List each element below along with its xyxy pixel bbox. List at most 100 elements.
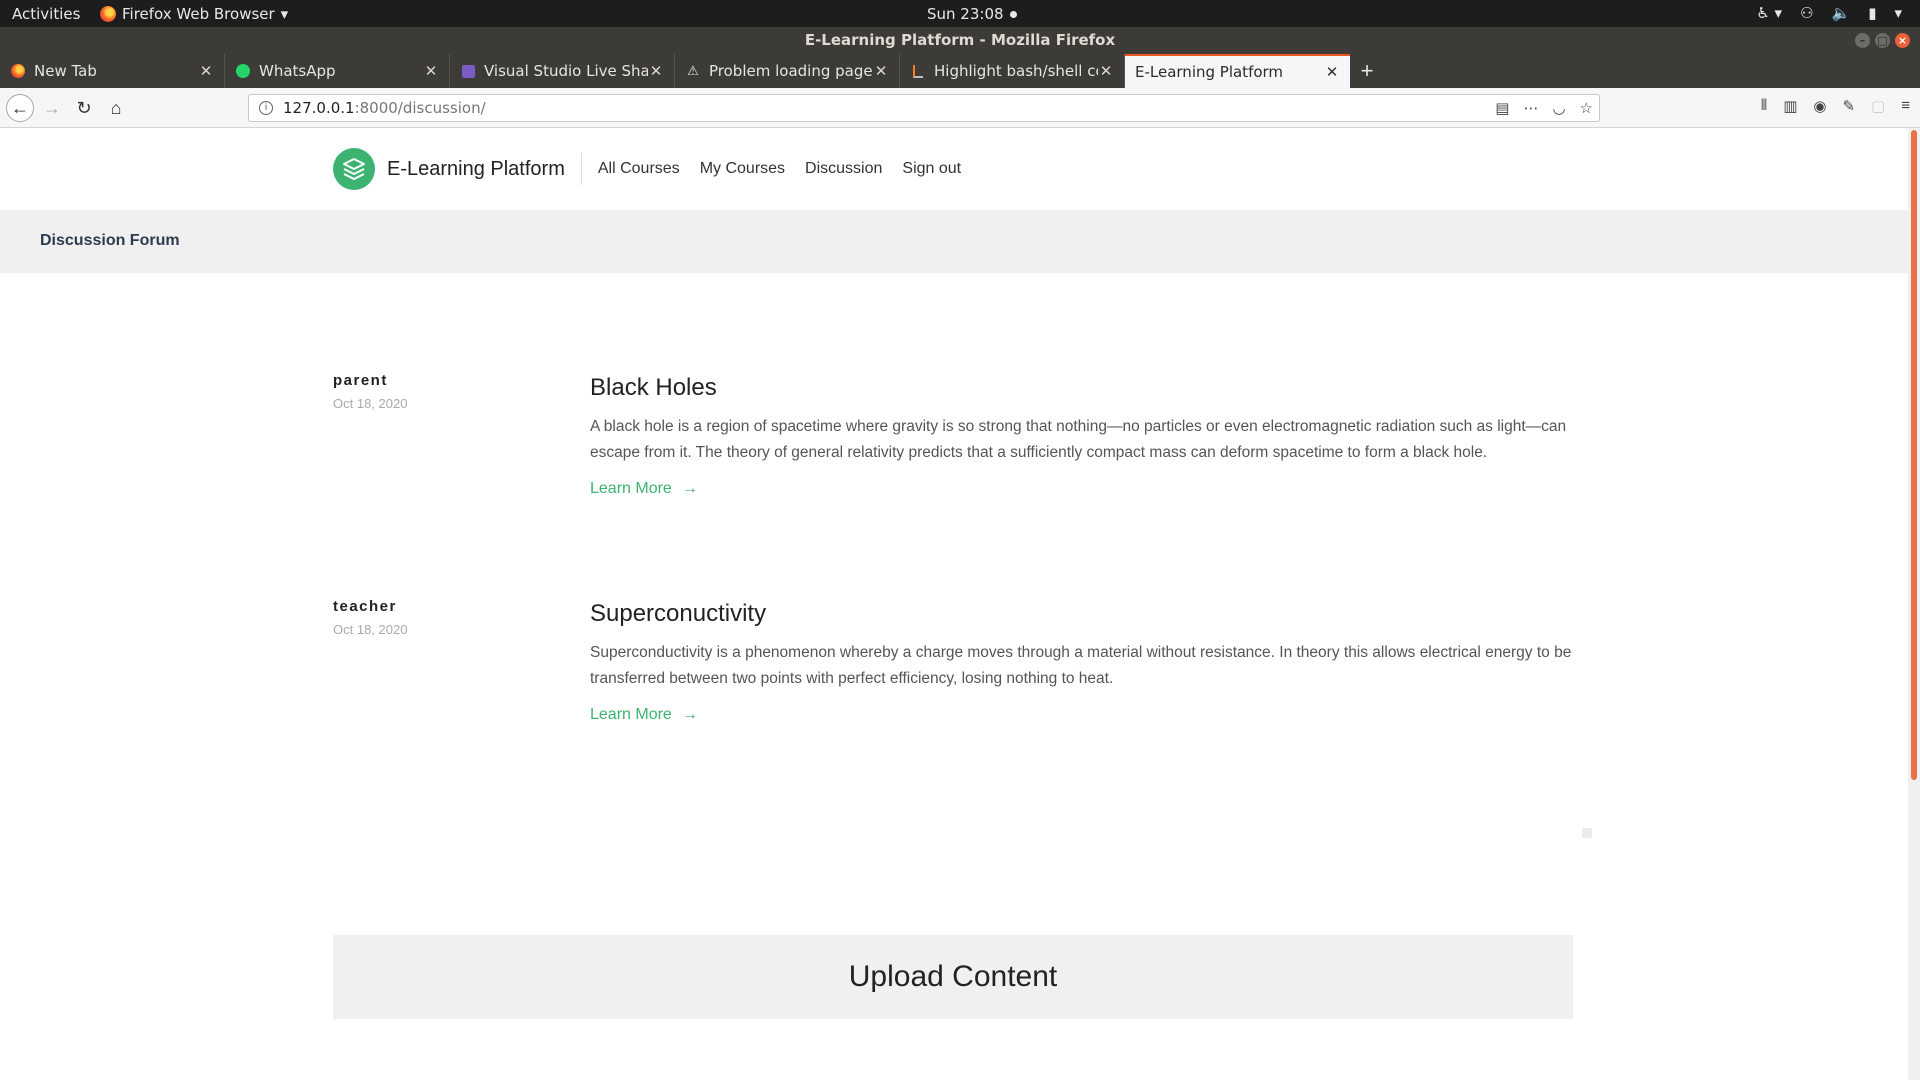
- learn-more-link[interactable]: Learn More →: [590, 480, 698, 498]
- main-nav: All Courses My Courses Discussion Sign o…: [598, 160, 961, 178]
- tab-whatsapp[interactable]: WhatsApp ✕: [225, 54, 450, 88]
- page-actions-icon[interactable]: ⋯: [1523, 95, 1538, 121]
- post-text: Superconductivity is a phenomenon whereb…: [590, 644, 1572, 687]
- tab-e-learning-platform[interactable]: E-Learning Platform ✕: [1125, 54, 1350, 88]
- firefox-icon: [10, 63, 26, 79]
- decorative-square: [1582, 828, 1592, 838]
- post-author: teacher: [333, 598, 397, 615]
- post-title: Superconuctivity: [590, 600, 767, 627]
- volume-icon[interactable]: 🔈: [1832, 4, 1851, 22]
- account-icon[interactable]: ◉: [1813, 97, 1826, 115]
- activities-button[interactable]: Activities: [12, 5, 80, 23]
- nav-sign-out[interactable]: Sign out: [902, 160, 961, 178]
- page-scrollbar[interactable]: [1908, 128, 1920, 1080]
- tab-label: Visual Studio Live Share: [484, 62, 648, 80]
- caret-down-icon: ▾: [280, 5, 289, 23]
- tab-label: WhatsApp: [259, 62, 336, 80]
- system-tray[interactable]: ♿ ▾ ⚇ 🔈 ▮ ▾: [1756, 4, 1902, 22]
- arrow-right-icon: →: [43, 98, 61, 118]
- url-actions: ▤ ⋯ ◡ ☆: [1495, 95, 1593, 121]
- close-tab-icon[interactable]: ✕: [423, 62, 439, 80]
- layers-logo-icon[interactable]: [333, 148, 375, 190]
- arrow-right-icon: →: [681, 706, 698, 723]
- nav-my-courses[interactable]: My Courses: [700, 160, 785, 178]
- extension-icon[interactable]: ✎: [1842, 97, 1855, 115]
- url-bar[interactable]: i 127.0.0.1:8000/discussion/ ▤ ⋯ ◡ ☆: [248, 94, 1600, 122]
- app-menu-label: Firefox Web Browser: [122, 5, 275, 23]
- reload-button[interactable]: ↻: [72, 96, 96, 120]
- network-icon[interactable]: ⚇: [1800, 4, 1813, 22]
- close-tab-icon[interactable]: ✕: [1098, 62, 1114, 80]
- hamburger-menu-icon[interactable]: ≡: [1901, 97, 1910, 115]
- post-date: Oct 18, 2020: [333, 622, 408, 637]
- whatsapp-icon: [235, 63, 251, 79]
- page-hero: Discussion Forum: [0, 210, 1908, 273]
- learn-more-label: Learn More: [590, 706, 672, 723]
- minimize-icon[interactable]: –: [1855, 33, 1870, 48]
- site-brand[interactable]: E-Learning Platform: [387, 153, 582, 185]
- site-header: E-Learning Platform All Courses My Cours…: [333, 148, 961, 190]
- info-icon[interactable]: i: [259, 101, 273, 115]
- system-top-bar: Activities Firefox Web Browser ▾ Sun 23:…: [0, 0, 1920, 27]
- toolbar-right: ⫴ ▥ ◉ ✎ ▢ ≡: [1761, 97, 1910, 115]
- extension-placeholder-icon[interactable]: ▢: [1871, 97, 1885, 115]
- accessibility-icon[interactable]: ♿ ▾: [1756, 4, 1782, 22]
- library-icon[interactable]: ⫴: [1761, 97, 1767, 115]
- sidebar-icon[interactable]: ▥: [1783, 97, 1797, 115]
- post-text: A black hole is a region of spacetime wh…: [590, 418, 1567, 461]
- back-button[interactable]: ←: [6, 94, 34, 122]
- upload-title: Upload Content: [848, 960, 1058, 993]
- post-title: Black Holes: [590, 374, 717, 401]
- navigation-toolbar: ← → ↻ ⌂ i 127.0.0.1:8000/discussion/ ▤ ⋯…: [0, 88, 1920, 128]
- tab-label: New Tab: [34, 62, 97, 80]
- url-host: 127.0.0.1: [283, 99, 355, 117]
- tab-problem-loading[interactable]: ⚠ Problem loading page ✕: [675, 54, 900, 88]
- post-date: Oct 18, 2020: [333, 396, 408, 411]
- home-button[interactable]: ⌂: [104, 96, 128, 120]
- window-title: E-Learning Platform - Mozilla Firefox: [804, 31, 1116, 49]
- learn-more-label: Learn More: [590, 480, 672, 497]
- notification-dot-icon: [1009, 10, 1017, 18]
- liveshare-icon: [460, 63, 476, 79]
- forward-button[interactable]: →: [40, 96, 64, 120]
- warning-icon: ⚠: [687, 63, 699, 79]
- learn-more-link[interactable]: Learn More →: [590, 706, 698, 724]
- tab-label: Problem loading page: [709, 62, 873, 80]
- tab-label: E-Learning Platform: [1135, 63, 1284, 81]
- close-tab-icon[interactable]: ✕: [198, 62, 214, 80]
- home-icon: ⌂: [110, 98, 122, 118]
- discussion-post: teacher Oct 18, 2020 Superconuctivity Su…: [333, 598, 1573, 738]
- close-window-icon[interactable]: ×: [1895, 33, 1910, 48]
- new-tab-button[interactable]: +: [1350, 54, 1384, 88]
- discussion-post: parent Oct 18, 2020 Black Holes A black …: [333, 372, 1573, 542]
- maximize-icon[interactable]: □: [1875, 33, 1890, 48]
- tab-highlight-bash[interactable]: Highlight bash/shell code ✕: [900, 54, 1125, 88]
- nav-all-courses[interactable]: All Courses: [598, 160, 680, 178]
- post-body: Black Holes A black hole is a region of …: [590, 372, 1573, 498]
- system-menu-caret-icon[interactable]: ▾: [1894, 4, 1902, 22]
- close-tab-icon[interactable]: ✕: [1324, 63, 1340, 81]
- clock-label: Sun 23:08: [927, 5, 1004, 23]
- window-controls: – □ ×: [1855, 33, 1910, 48]
- web-page: E-Learning Platform All Courses My Cours…: [0, 128, 1908, 1080]
- close-tab-icon[interactable]: ✕: [648, 62, 664, 80]
- scrollbar-thumb[interactable]: [1911, 130, 1917, 780]
- window-titlebar: E-Learning Platform - Mozilla Firefox – …: [0, 27, 1920, 54]
- page-title: Discussion Forum: [40, 232, 180, 249]
- bookmark-star-icon[interactable]: ☆: [1580, 95, 1593, 121]
- battery-icon[interactable]: ▮: [1868, 4, 1876, 22]
- post-body: Superconuctivity Superconductivity is a …: [590, 598, 1573, 724]
- clock[interactable]: Sun 23:08: [927, 5, 1017, 23]
- tab-live-share[interactable]: Visual Studio Live Share ✕: [450, 54, 675, 88]
- firefox-icon: [100, 6, 116, 22]
- url-path: :8000/discussion/: [354, 99, 486, 117]
- reload-icon: ↻: [76, 98, 92, 118]
- arrow-right-icon: →: [681, 480, 698, 497]
- pocket-icon[interactable]: ◡: [1552, 95, 1565, 121]
- tab-strip: New Tab ✕ WhatsApp ✕ Visual Studio Live …: [0, 54, 1920, 88]
- nav-discussion[interactable]: Discussion: [805, 160, 882, 178]
- reader-view-icon[interactable]: ▤: [1495, 95, 1509, 121]
- close-tab-icon[interactable]: ✕: [873, 62, 889, 80]
- tab-new-tab[interactable]: New Tab ✕: [0, 54, 225, 88]
- app-menu[interactable]: Firefox Web Browser ▾: [100, 5, 288, 23]
